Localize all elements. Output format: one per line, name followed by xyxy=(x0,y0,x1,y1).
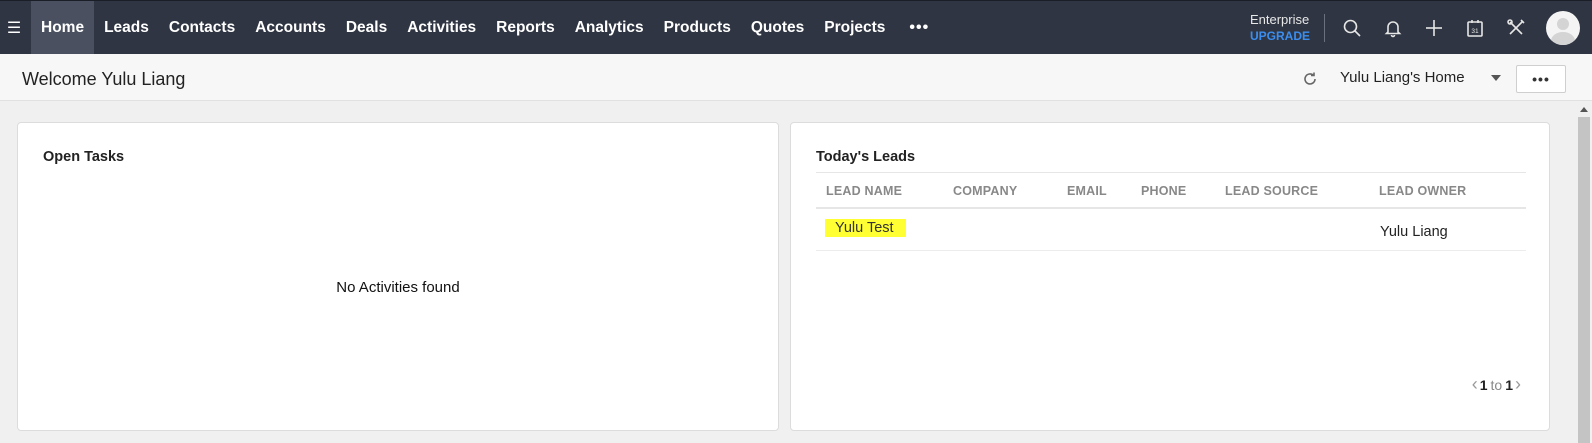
table-row: Yulu Test Yulu Liang xyxy=(816,209,1526,251)
tab-products[interactable]: Products xyxy=(654,1,741,54)
page-to-word: to xyxy=(1490,376,1503,393)
avatar[interactable] xyxy=(1546,10,1580,45)
tab-activities[interactable]: Activities xyxy=(397,1,486,54)
tab-home[interactable]: Home xyxy=(31,1,95,54)
more-modules-button[interactable]: ••• xyxy=(895,1,941,54)
column-header-email[interactable]: EMAIL xyxy=(1067,184,1107,198)
plan-info: Enterprise UPGRADE xyxy=(1249,11,1325,44)
lead-name-link[interactable]: Yulu Test xyxy=(825,219,906,237)
chevron-down-icon xyxy=(1490,74,1501,81)
tab-analytics[interactable]: Analytics xyxy=(565,1,654,54)
column-header-lead-name[interactable]: LEAD NAME xyxy=(826,184,902,198)
column-header-lead-owner[interactable]: LEAD OWNER xyxy=(1379,184,1466,198)
pagination: ‹ 1 to 1 › xyxy=(1470,374,1523,395)
tab-projects[interactable]: Projects xyxy=(814,1,895,54)
page-from: 1 xyxy=(1479,376,1488,393)
chevron-right-icon[interactable]: › xyxy=(1513,374,1523,395)
page-scrollbar[interactable] xyxy=(1576,101,1592,443)
todays-leads-title: Today's Leads xyxy=(816,149,916,165)
todays-leads-card: Today's Leads LEAD NAME COMPANY EMAIL PH… xyxy=(790,122,1550,431)
table-header: LEAD NAME COMPANY EMAIL PHONE LEAD SOURC… xyxy=(816,172,1526,209)
module-tabs: Home Leads Contacts Accounts Deals Activ… xyxy=(28,1,941,54)
tab-accounts[interactable]: Accounts xyxy=(245,1,336,54)
calendar-day: 31 xyxy=(1471,28,1479,35)
more-options-button[interactable]: ••• xyxy=(1516,65,1566,93)
top-navigation-bar: ☰ Home Leads Contacts Accounts Deals Act… xyxy=(0,0,1592,54)
open-tasks-card: Open Tasks No Activities found xyxy=(17,122,779,431)
home-view-label: Yulu Liang's Home xyxy=(1340,69,1465,86)
tools-icon[interactable] xyxy=(1495,1,1536,54)
column-header-company[interactable]: COMPANY xyxy=(953,184,1017,198)
empty-state-message: No Activities found xyxy=(336,279,460,296)
page-to: 1 xyxy=(1505,376,1513,393)
column-header-lead-source[interactable]: LEAD SOURCE xyxy=(1225,184,1318,198)
tab-quotes[interactable]: Quotes xyxy=(741,1,814,54)
scroll-up-arrow-icon[interactable] xyxy=(1580,107,1588,112)
tab-contacts[interactable]: Contacts xyxy=(159,1,245,54)
hamburger-icon[interactable]: ☰ xyxy=(0,1,28,55)
nav-utilities: Enterprise UPGRADE 31 xyxy=(1250,1,1592,54)
page-title: Welcome Yulu Liang xyxy=(22,69,186,89)
tab-leads[interactable]: Leads xyxy=(94,1,159,54)
tab-deals[interactable]: Deals xyxy=(336,1,397,54)
column-header-phone[interactable]: PHONE xyxy=(1141,184,1186,198)
refresh-icon[interactable] xyxy=(1302,71,1318,87)
lead-owner-cell: Yulu Liang xyxy=(1380,224,1448,240)
calendar-icon[interactable]: 31 xyxy=(1454,1,1495,54)
bell-icon[interactable] xyxy=(1372,1,1413,54)
chevron-left-icon[interactable]: ‹ xyxy=(1470,374,1480,395)
search-icon[interactable] xyxy=(1331,1,1372,54)
open-tasks-title: Open Tasks xyxy=(43,149,125,165)
plus-icon[interactable] xyxy=(1413,1,1454,54)
scroll-thumb[interactable] xyxy=(1578,117,1590,443)
upgrade-link[interactable]: UPGRADE xyxy=(1250,28,1310,44)
tab-reports[interactable]: Reports xyxy=(486,1,565,54)
plan-name: Enterprise xyxy=(1249,11,1310,27)
leads-table: LEAD NAME COMPANY EMAIL PHONE LEAD SOURC… xyxy=(816,172,1526,251)
page-header: Welcome Yulu Liang Yulu Liang's Home ••• xyxy=(0,54,1592,101)
home-view-dropdown[interactable]: Yulu Liang's Home xyxy=(1340,69,1501,86)
